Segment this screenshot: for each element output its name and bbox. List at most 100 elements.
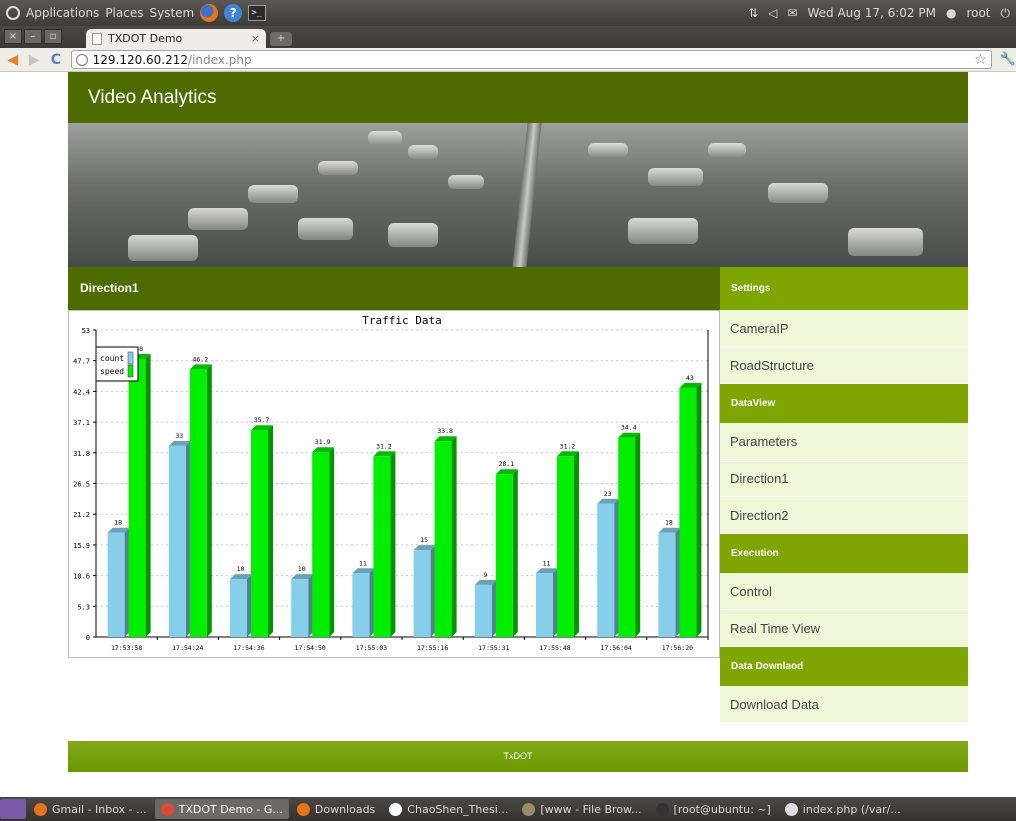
data-label: 10 xyxy=(237,565,245,573)
mail-icon[interactable]: ✉ xyxy=(787,6,797,20)
sidebar-item-download-data[interactable]: Download Data xyxy=(720,686,968,723)
section-heading: Direction1 xyxy=(68,267,720,310)
bar-side xyxy=(268,425,273,637)
y-tick-label: 10.6 xyxy=(73,573,90,581)
sidebar-item-real-time-view[interactable]: Real Time View xyxy=(720,610,968,647)
speed-bar xyxy=(312,452,330,637)
car xyxy=(408,145,438,159)
x-tick-label: 17:55:48 xyxy=(539,644,570,652)
taskbar-item[interactable]: [root@ubuntu: ~] xyxy=(650,799,777,819)
ubuntu-logo-icon[interactable] xyxy=(6,6,20,20)
network-icon[interactable]: ⇅ xyxy=(748,6,758,20)
y-tick-label: 5.3 xyxy=(77,603,90,611)
x-tick-label: 17:56:20 xyxy=(662,644,693,652)
taskbar-item[interactable]: [www - File Brow... xyxy=(516,799,647,819)
car xyxy=(388,223,438,247)
speed-bar xyxy=(679,387,697,637)
taskbar-item[interactable]: Gmail - Inbox - ... xyxy=(28,799,153,819)
menu-places[interactable]: Places xyxy=(105,6,143,20)
sidebar-item-roadstructure[interactable]: RoadStructure xyxy=(720,347,968,384)
user-name[interactable]: root xyxy=(966,6,990,20)
new-tab-button[interactable]: + xyxy=(270,32,292,46)
taskbar-item[interactable]: TXDOT Demo - G... xyxy=(154,799,289,819)
taskbar-item-label: Gmail - Inbox - ... xyxy=(52,802,147,816)
data-label: 28.1 xyxy=(498,460,514,468)
bottom-taskbar: Gmail - Inbox - ... TXDOT Demo - G... Down… xyxy=(0,797,1016,821)
legend-swatch xyxy=(127,364,134,378)
traffic-chart: Traffic Data 0 5.3 10.6 15.9 21.2 26.5 31.8 37.1… xyxy=(68,310,720,658)
speed-bar xyxy=(434,441,452,637)
forward-arrow-icon[interactable]: ▶ xyxy=(26,52,44,68)
back-arrow-icon[interactable]: ◀ xyxy=(4,52,22,68)
car xyxy=(848,228,923,256)
data-label: 34.4 xyxy=(621,424,637,432)
data-label: 15 xyxy=(420,536,428,544)
y-tick-label: 0 xyxy=(86,634,90,642)
x-tick-label: 17:54:24 xyxy=(172,644,203,652)
close-window-icon[interactable]: × xyxy=(4,29,22,44)
car xyxy=(768,183,828,203)
sidebar-section-settings: Settings xyxy=(720,267,968,310)
url-host: 129.120.60.212 xyxy=(92,52,189,67)
count-bar xyxy=(536,573,553,637)
minimize-window-icon[interactable]: – xyxy=(24,29,42,44)
menu-system[interactable]: System xyxy=(149,6,194,20)
browser-toolbar: ◀ ▶ C 129.120.60.212 /index.php ☆ 🔧 xyxy=(0,48,1016,72)
car xyxy=(318,161,358,175)
clock[interactable]: Wed Aug 17, 6:02 PM xyxy=(807,6,935,20)
chrome-icon xyxy=(160,802,174,816)
tab-txdot-demo[interactable]: TXDOT Demo × xyxy=(86,29,266,48)
sidebar-item-cameraip[interactable]: CameraIP xyxy=(720,310,968,347)
close-tab-icon[interactable]: × xyxy=(251,32,260,45)
power-icon[interactable]: ⏻ xyxy=(1001,6,1011,21)
help-icon[interactable]: ? xyxy=(224,4,243,22)
bar-side xyxy=(512,469,518,637)
bar-side xyxy=(206,364,212,637)
bar-side xyxy=(451,436,457,637)
volume-icon[interactable]: ◁ xyxy=(768,6,777,20)
taskbar-item[interactable]: index.php (/var/... xyxy=(779,799,907,819)
menu-applications[interactable]: Applications xyxy=(26,6,99,20)
data-label: 35.7 xyxy=(254,416,270,424)
count-bar xyxy=(597,503,615,637)
car xyxy=(588,143,628,157)
car xyxy=(628,218,698,244)
count-bar xyxy=(107,532,125,637)
content-area: Direction1 Traffic Data 0 5.3 10.6 15.9 21.2 2… xyxy=(68,267,968,741)
data-label: 31.2 xyxy=(376,442,392,450)
x-tick-label: 17:55:31 xyxy=(478,644,509,652)
count-bar xyxy=(413,550,431,637)
bookmark-star-icon[interactable]: ☆ xyxy=(974,52,987,68)
speed-bar xyxy=(128,358,146,637)
terminal-icon xyxy=(655,802,669,816)
sidebar-item-direction2[interactable]: Direction2 xyxy=(720,497,968,534)
taskbar-item-label: [root@ubuntu: ~] xyxy=(673,802,771,816)
terminal-launcher-icon[interactable]: >_ xyxy=(248,5,267,21)
taskbar-item[interactable]: ChaoShen_Thesi... xyxy=(383,799,514,819)
x-tick-label: 17:53:58 xyxy=(111,644,142,652)
show-desktop-icon[interactable] xyxy=(0,799,26,819)
wrench-icon[interactable]: 🔧 xyxy=(1000,52,1016,67)
y-tick-label: 42.4 xyxy=(73,388,90,396)
user-icon: ● xyxy=(945,6,957,20)
tab-strip: × – ▫ TXDOT Demo × + xyxy=(0,26,1016,48)
firefox-launcher-icon[interactable] xyxy=(200,4,219,22)
maximize-window-icon[interactable]: ▫ xyxy=(44,29,62,44)
reload-icon[interactable]: C xyxy=(47,52,65,68)
data-label: 33.8 xyxy=(437,427,453,435)
legend-swatch xyxy=(127,351,134,365)
taskbar-item-label: [www - File Brow... xyxy=(540,802,642,816)
sidebar-item-direction1[interactable]: Direction1 xyxy=(720,460,968,497)
bar-side xyxy=(696,382,702,637)
data-label: 11 xyxy=(543,559,551,567)
page-icon xyxy=(92,32,102,45)
sidebar: Settings CameraIP RoadStructure DataView Par… xyxy=(720,267,968,741)
y-tick-label: 26.5 xyxy=(73,481,90,489)
address-bar[interactable]: 129.120.60.212 /index.php ☆ xyxy=(70,50,992,69)
sidebar-item-control[interactable]: Control xyxy=(720,573,968,610)
data-label: 10 xyxy=(298,565,306,573)
x-tick-label: 17:54:36 xyxy=(233,644,264,652)
taskbar-item-label: Downloads xyxy=(314,802,376,816)
taskbar-item[interactable]: Downloads xyxy=(291,799,381,819)
sidebar-item-parameters[interactable]: Parameters xyxy=(720,423,968,460)
